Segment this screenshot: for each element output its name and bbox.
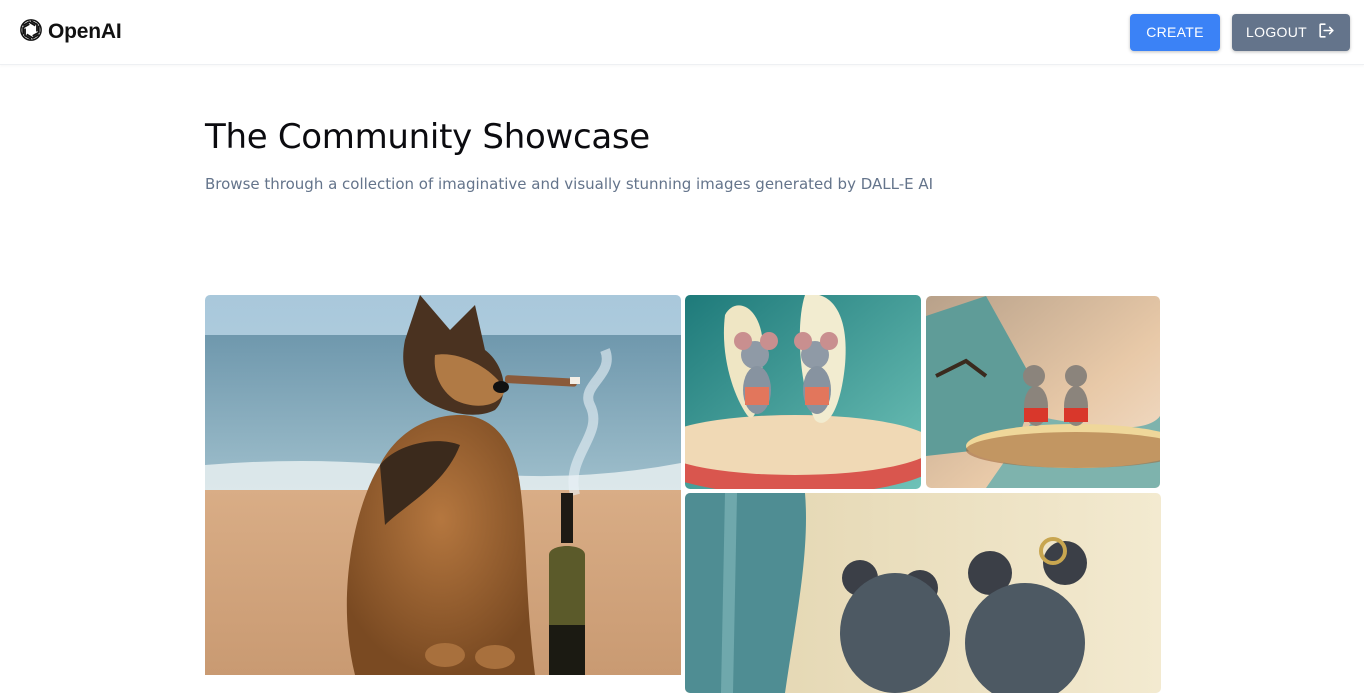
top-navbar: OpenAI CREATE LOGOUT <box>0 0 1364 65</box>
logout-button-label: LOGOUT <box>1246 24 1307 40</box>
brand-name: OpenAI <box>48 20 122 43</box>
logout-button[interactable]: LOGOUT <box>1232 13 1350 51</box>
hero-section: The Community Showcase Browse through a … <box>205 115 1160 195</box>
page-subtitle: Browse through a collection of imaginati… <box>205 175 934 193</box>
page-title: The Community Showcase <box>205 117 650 157</box>
gallery-image-mice-closeup[interactable] <box>685 493 1161 693</box>
openai-logo-icon <box>16 15 46 50</box>
gallery-image-dog-beach[interactable] <box>205 295 681 675</box>
logout-icon <box>1317 21 1336 43</box>
brand-logo-link[interactable]: OpenAI <box>16 15 122 50</box>
gallery-image-mice-dancing[interactable] <box>926 296 1160 488</box>
gallery-image-mice-surfboards[interactable] <box>685 295 921 489</box>
header-actions: CREATE LOGOUT <box>1130 13 1350 51</box>
image-gallery <box>205 295 1161 693</box>
create-button[interactable]: CREATE <box>1130 13 1220 51</box>
